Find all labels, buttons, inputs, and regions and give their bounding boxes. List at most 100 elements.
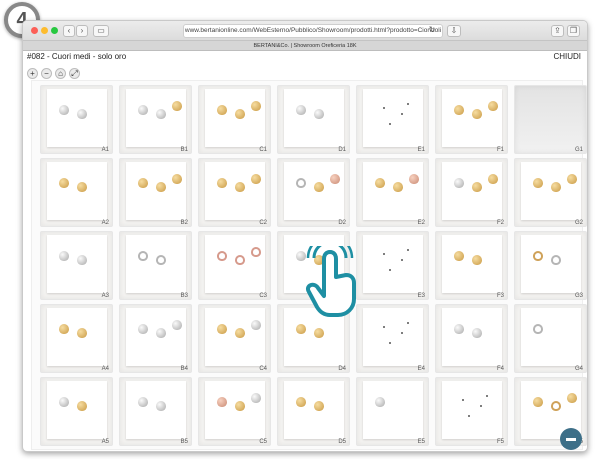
- grid-cell-d1[interactable]: D1: [277, 85, 350, 154]
- cell-label: C5: [259, 439, 267, 445]
- cell-label: D4: [338, 366, 346, 372]
- product-card: [442, 235, 502, 293]
- pendant-heart: [314, 401, 324, 411]
- grid-cell-a5[interactable]: A5: [40, 377, 113, 446]
- pendant-heart: [156, 182, 166, 192]
- grid-cell-g3[interactable]: G3: [514, 231, 587, 300]
- grid-cell-e2[interactable]: E2: [356, 158, 429, 227]
- grid-cell-c4[interactable]: C4: [198, 304, 271, 373]
- grid-cell-b1[interactable]: B1: [119, 85, 192, 154]
- zoom-out-button[interactable]: −: [41, 68, 52, 79]
- product-card: [363, 381, 423, 439]
- grid-cell-d5[interactable]: D5: [277, 377, 350, 446]
- cell-label: B1: [180, 147, 188, 153]
- cell-label: A2: [101, 220, 109, 226]
- address-bar[interactable]: www.bertanionline.com/WebEsterno/Pubblic…: [183, 24, 443, 38]
- zoom-in-button[interactable]: +: [27, 68, 38, 79]
- grid-cell-f3[interactable]: F3: [435, 231, 508, 300]
- chat-bubble-icon[interactable]: ▬: [560, 428, 582, 450]
- product-card: [126, 162, 186, 220]
- download-icon[interactable]: ⇩: [447, 25, 461, 37]
- cell-label: F5: [496, 439, 504, 445]
- product-card: [47, 235, 107, 293]
- pendant-heart: [472, 109, 482, 119]
- pendant-heart: [251, 174, 261, 184]
- grid-cell-d2[interactable]: D2: [277, 158, 350, 227]
- browser-tab[interactable]: BERTANI&Co. | Showroom Oreficeria 18K: [23, 41, 587, 51]
- grid-cell-b2[interactable]: B2: [119, 158, 192, 227]
- reload-icon[interactable]: ↻: [427, 25, 437, 37]
- product-card: [47, 89, 107, 147]
- product-card: [126, 308, 186, 366]
- fit-view-button[interactable]: ⤢: [69, 68, 80, 79]
- grid-cell-f1[interactable]: F1: [435, 85, 508, 154]
- grid-cell-e1[interactable]: E1: [356, 85, 429, 154]
- grid-cell-b3[interactable]: B3: [119, 231, 192, 300]
- grid-cell-c2[interactable]: C2: [198, 158, 271, 227]
- grid-cell-f4[interactable]: F4: [435, 304, 508, 373]
- tabs-overview-icon[interactable]: ❐: [567, 25, 580, 37]
- grid-cell-a4[interactable]: A4: [40, 304, 113, 373]
- cell-label: E4: [417, 366, 425, 372]
- pendant-heart: [77, 109, 87, 119]
- home-button[interactable]: ⌂: [55, 68, 66, 79]
- grid-cell-c5[interactable]: C5: [198, 377, 271, 446]
- close-link[interactable]: CHIUDI: [553, 52, 581, 61]
- cell-label: D5: [338, 439, 346, 445]
- grid-cell-c3[interactable]: C3: [198, 231, 271, 300]
- product-title: #082 - Cuori medi - solo oro: [27, 52, 127, 61]
- cell-label: C4: [259, 366, 267, 372]
- back-button[interactable]: ‹: [63, 25, 75, 37]
- share-icon[interactable]: ⇪: [551, 25, 564, 37]
- jewel-dot: [389, 342, 391, 344]
- grid-cell-b4[interactable]: B4: [119, 304, 192, 373]
- cell-label: D1: [338, 147, 346, 153]
- pendant-heart: [235, 328, 245, 338]
- pendant-heart: [533, 251, 543, 261]
- cell-label: E1: [417, 147, 425, 153]
- pendant-heart: [217, 178, 227, 188]
- pendant-heart: [472, 182, 482, 192]
- jewel-dot: [383, 253, 385, 255]
- product-card: [521, 162, 581, 220]
- pendant-heart: [375, 397, 385, 407]
- pendant-heart: [472, 328, 482, 338]
- tap-hand-icon: [305, 246, 356, 317]
- pendant-heart: [567, 174, 577, 184]
- cell-label: E5: [417, 439, 425, 445]
- jewel-dot: [401, 259, 403, 261]
- pendant-heart: [59, 324, 69, 334]
- product-card: [126, 235, 186, 293]
- minimize-window-icon[interactable]: [41, 27, 48, 34]
- pendant-heart: [454, 178, 464, 188]
- pendant-heart: [533, 324, 543, 334]
- pendant-heart: [59, 105, 69, 115]
- cell-label: F4: [496, 366, 504, 372]
- grid-cell-c1[interactable]: C1: [198, 85, 271, 154]
- grid-cell-f5[interactable]: F5: [435, 377, 508, 446]
- close-window-icon[interactable]: [31, 27, 38, 34]
- grid-cell-g4[interactable]: G4: [514, 304, 587, 373]
- product-card: [205, 89, 265, 147]
- grid-cell-g1[interactable]: G1: [514, 85, 587, 154]
- jewel-dot: [401, 113, 403, 115]
- jewel-dot: [407, 249, 409, 251]
- product-card: [126, 381, 186, 439]
- product-card: [363, 162, 423, 220]
- product-card: [442, 308, 502, 366]
- sidebar-toggle-icon[interactable]: ▭: [93, 25, 109, 37]
- product-card: [205, 235, 265, 293]
- grid-cell-a3[interactable]: A3: [40, 231, 113, 300]
- grid-cell-f2[interactable]: F2: [435, 158, 508, 227]
- pendant-heart: [488, 174, 498, 184]
- forward-button[interactable]: ›: [76, 25, 88, 37]
- pendant-heart: [330, 174, 340, 184]
- grid-cell-e5[interactable]: E5: [356, 377, 429, 446]
- grid-cell-a2[interactable]: A2: [40, 158, 113, 227]
- grid-cell-g2[interactable]: G2: [514, 158, 587, 227]
- maximize-window-icon[interactable]: [51, 27, 58, 34]
- product-card: [363, 308, 423, 366]
- jewel-dot: [389, 123, 391, 125]
- grid-cell-b5[interactable]: B5: [119, 377, 192, 446]
- grid-cell-a1[interactable]: A1: [40, 85, 113, 154]
